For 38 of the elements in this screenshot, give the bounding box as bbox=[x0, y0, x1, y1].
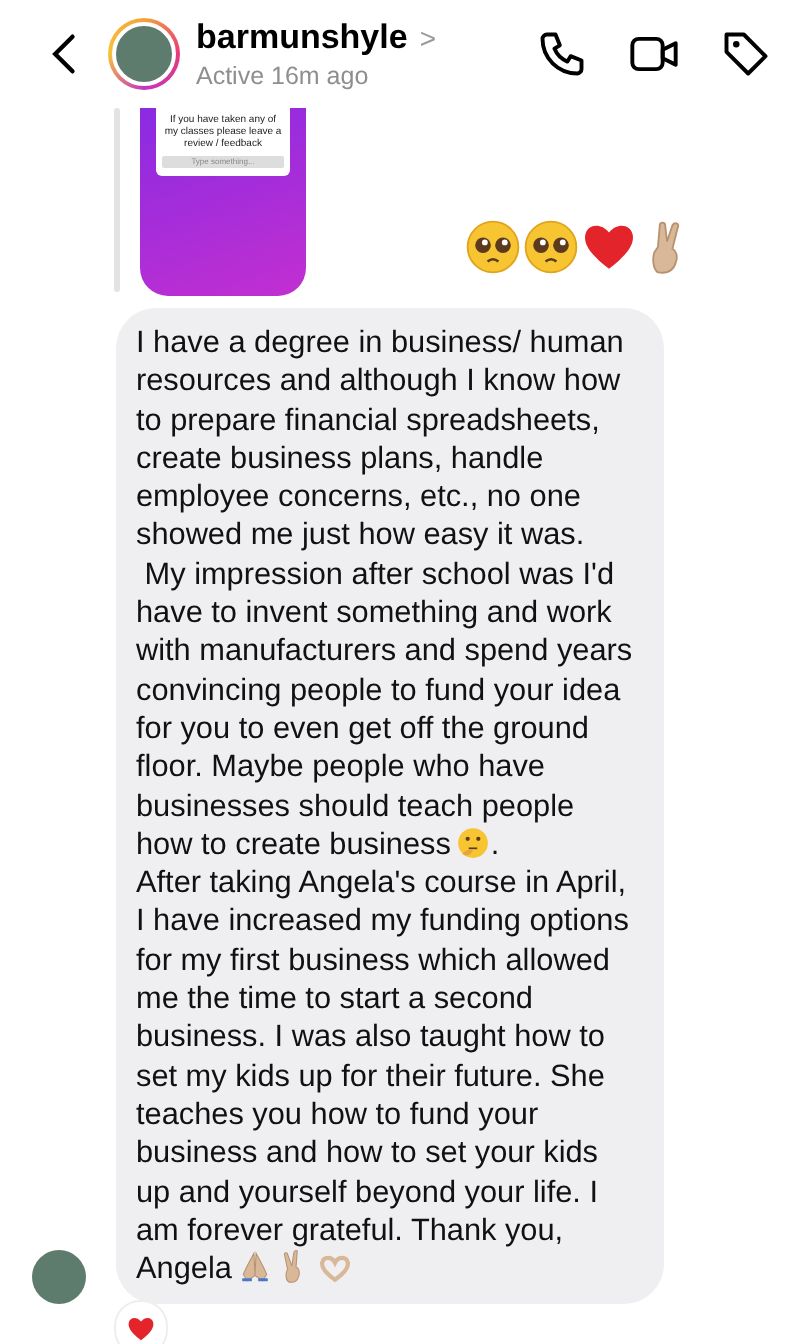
message-text: for you to even get off the ground bbox=[136, 711, 589, 746]
message-text: am forever grateful. Thank you, bbox=[136, 1213, 564, 1248]
message-text: with manufacturers and spend years bbox=[136, 634, 633, 669]
message-text: After taking Angela's course in April, bbox=[136, 866, 627, 901]
active-status: Active 16m ago bbox=[196, 59, 371, 91]
message-text: Angela bbox=[136, 1252, 232, 1287]
message-text: up and yourself beyond your life. I bbox=[136, 1175, 599, 1210]
message-text: business. I was also taught how to bbox=[136, 1020, 605, 1055]
message-text: me the time to start a second bbox=[136, 982, 533, 1017]
message-text: resources and although I know how bbox=[136, 364, 621, 399]
message-text: set my kids up for their future. She bbox=[136, 1059, 605, 1094]
phone-icon[interactable] bbox=[536, 28, 588, 80]
message-text: I have increased my funding options bbox=[136, 904, 629, 939]
message-text: teaches you how to fund your bbox=[136, 1097, 539, 1132]
message-text: showed me just how easy it was. bbox=[136, 518, 585, 553]
message-text: My impression after school was I'd bbox=[142, 557, 615, 592]
message-text: for my first business which allowed bbox=[136, 943, 610, 978]
message-text: business and how to set your kids bbox=[136, 1136, 598, 1171]
heart-icon bbox=[126, 1313, 156, 1344]
message-text: I have a degree in business/ human bbox=[136, 326, 624, 360]
praying-hands-icon bbox=[237, 1250, 272, 1285]
tag-icon[interactable] bbox=[720, 28, 772, 80]
message-text: businesses should teach people bbox=[136, 789, 575, 824]
message-text: how to create business bbox=[136, 827, 451, 862]
pleading-face-icon bbox=[464, 218, 522, 276]
message-text: have to invent something and work bbox=[136, 596, 612, 631]
pleading-face-icon bbox=[522, 218, 580, 276]
message-text: employee concerns, etc., no one bbox=[136, 480, 581, 515]
username[interactable]: barmunshyle bbox=[196, 18, 408, 58]
message-text: convincing people to fund your idea bbox=[136, 673, 621, 708]
message-text: to prepare financial spreadsheets, bbox=[136, 403, 600, 438]
message-text: create business plans, handle bbox=[136, 441, 544, 476]
sender-avatar[interactable] bbox=[32, 1250, 86, 1305]
heart-hands-icon bbox=[317, 1250, 352, 1285]
thinking-face-icon bbox=[456, 825, 491, 860]
message-text: . bbox=[490, 827, 500, 862]
message-text: floor. Maybe people who have bbox=[136, 750, 545, 785]
profile-avatar[interactable] bbox=[108, 18, 180, 90]
